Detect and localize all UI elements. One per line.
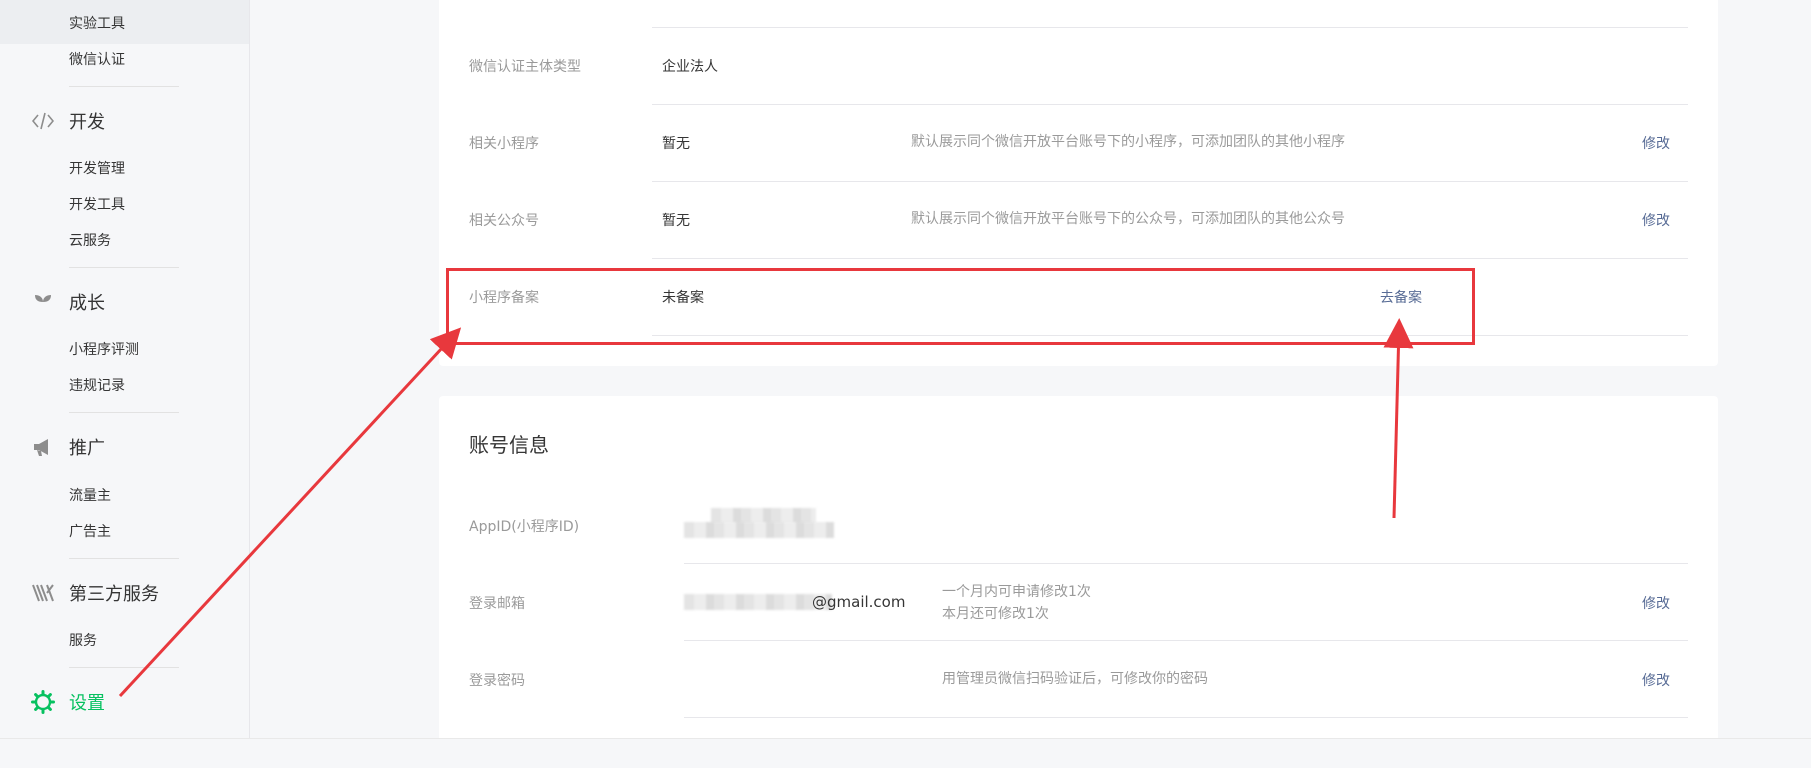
edit-password-link[interactable]: 修改 bbox=[1642, 670, 1670, 690]
row-divider bbox=[652, 258, 1688, 259]
password-change-desc: 用管理员微信扫码验证后，可修改你的密码 bbox=[942, 671, 1208, 687]
sprout-icon bbox=[30, 289, 56, 315]
sidebar-category-third-party[interactable]: 第三方服务 bbox=[30, 579, 159, 607]
third-party-icon bbox=[30, 580, 56, 606]
row-divider bbox=[652, 27, 1688, 28]
email-change-remaining-text: 本月还可修改1次 bbox=[942, 606, 1049, 622]
appid-label: AppID(小程序ID) bbox=[469, 519, 580, 535]
related-miniprogram-label: 相关小程序 bbox=[469, 136, 539, 152]
subject-type-label: 微信认证主体类型 bbox=[469, 59, 581, 75]
sidebar-item-dev-tools[interactable]: 开发工具 bbox=[69, 195, 125, 215]
sidebar-divider bbox=[69, 558, 179, 559]
sidebar-category-promotion[interactable]: 推广 bbox=[30, 433, 105, 461]
sidebar-divider bbox=[69, 267, 179, 268]
appid-redacted-value bbox=[684, 522, 834, 538]
sidebar-settings[interactable]: 设置 bbox=[30, 688, 105, 716]
account-info-title: 账号信息 bbox=[469, 433, 549, 457]
page-footer-strip bbox=[0, 738, 1811, 768]
sidebar-item-wechat-verify[interactable]: 微信认证 bbox=[69, 50, 125, 70]
sidebar-settings-label: 设置 bbox=[69, 693, 105, 714]
sidebar-category-label: 成长 bbox=[69, 293, 105, 314]
sidebar-item-dev-manage[interactable]: 开发管理 bbox=[69, 159, 125, 179]
related-official-account-value: 暂无 bbox=[662, 213, 690, 229]
sidebar-item-violations[interactable]: 违规记录 bbox=[69, 376, 125, 396]
sidebar-category-growth[interactable]: 成长 bbox=[30, 288, 105, 316]
sidebar-item-traffic-owner[interactable]: 流量主 bbox=[69, 486, 111, 506]
code-icon bbox=[30, 108, 56, 134]
sidebar-category-label: 推广 bbox=[69, 438, 105, 459]
megaphone-icon bbox=[30, 434, 56, 460]
row-divider bbox=[684, 717, 1688, 718]
email-change-limit-text: 一个月内可申请修改1次 bbox=[942, 584, 1091, 600]
related-official-account-desc: 默认展示同个微信开放平台账号下的公众号，可添加团队的其他公众号 bbox=[911, 211, 1345, 227]
sidebar-category-label: 第三方服务 bbox=[69, 584, 159, 605]
gear-icon bbox=[30, 689, 56, 715]
sidebar-category-label: 开发 bbox=[69, 112, 105, 133]
related-miniprogram-value: 暂无 bbox=[662, 136, 690, 152]
row-divider bbox=[684, 640, 1688, 641]
related-miniprogram-desc: 默认展示同个微信开放平台账号下的小程序，可添加团队的其他小程序 bbox=[911, 134, 1345, 150]
subject-type-value: 企业法人 bbox=[662, 59, 718, 75]
related-official-account-label: 相关公众号 bbox=[469, 213, 539, 229]
sidebar: 实验工具 微信认证 开发 开发管理 开发工具 云服务 成长 小程序评测 违规记录… bbox=[0, 0, 250, 738]
row-divider bbox=[652, 181, 1688, 182]
row-divider bbox=[684, 563, 1688, 564]
login-email-value: @gmail.com bbox=[812, 593, 906, 611]
login-password-label: 登录密码 bbox=[469, 673, 525, 689]
annotation-highlight-box bbox=[446, 268, 1475, 345]
edit-email-link[interactable]: 修改 bbox=[1642, 593, 1670, 613]
sidebar-divider bbox=[69, 667, 179, 668]
sidebar-category-develop[interactable]: 开发 bbox=[30, 107, 105, 135]
sidebar-item-advertiser[interactable]: 广告主 bbox=[69, 522, 111, 542]
sidebar-item-evaluation[interactable]: 小程序评测 bbox=[69, 340, 139, 360]
sidebar-item-lab-tools[interactable]: 实验工具 bbox=[69, 14, 125, 34]
sidebar-item-services[interactable]: 服务 bbox=[69, 631, 97, 651]
sidebar-item-cloud-service[interactable]: 云服务 bbox=[69, 231, 111, 251]
sidebar-divider bbox=[69, 86, 179, 87]
login-email-label: 登录邮箱 bbox=[469, 596, 525, 612]
edit-related-miniprogram-link[interactable]: 修改 bbox=[1642, 133, 1670, 153]
row-divider bbox=[652, 104, 1688, 105]
email-redacted-prefix bbox=[684, 594, 832, 610]
account-info-card: 账号信息 AppID(小程序ID) 登录邮箱 @gmail.com 一个月内可申… bbox=[439, 396, 1718, 738]
sidebar-divider bbox=[69, 412, 179, 413]
edit-related-official-account-link[interactable]: 修改 bbox=[1642, 210, 1670, 230]
